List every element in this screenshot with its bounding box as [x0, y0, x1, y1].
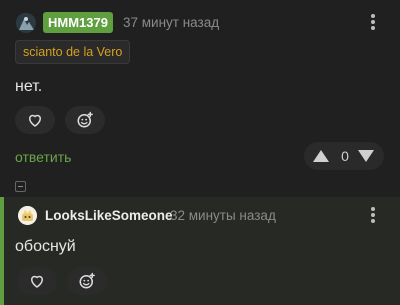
reply-link[interactable]: ответить — [15, 149, 71, 165]
timestamp: 37 минут назад — [123, 15, 220, 30]
kebab-menu-icon[interactable] — [363, 205, 383, 225]
user-avatar-icon[interactable] — [16, 13, 36, 33]
timestamp: 32 минуты назад — [170, 208, 276, 223]
collapse-icon[interactable] — [15, 181, 26, 192]
upvote-icon[interactable] — [313, 150, 329, 162]
comment: HMM1379 37 минут назад scianto de la Ver… — [0, 0, 400, 172]
thread-line[interactable] — [0, 197, 4, 305]
heart-icon — [31, 275, 43, 288]
comment-text: обоснуй — [15, 238, 76, 255]
add-reaction-button[interactable] — [67, 267, 107, 295]
comment-text: нет. — [15, 78, 43, 95]
vote-widget: 0 — [304, 142, 384, 170]
add-reaction-icon — [77, 111, 93, 128]
user-avatar-icon[interactable] — [18, 206, 37, 225]
username[interactable]: LooksLikeSomeone — [45, 208, 173, 223]
like-button[interactable] — [15, 106, 55, 134]
downvote-icon[interactable] — [358, 150, 374, 162]
user-tag: scianto de la Vero — [15, 40, 131, 64]
vote-count: 0 — [341, 148, 349, 164]
kebab-menu-icon[interactable] — [363, 12, 383, 32]
heart-icon — [29, 114, 41, 127]
add-reaction-button[interactable] — [65, 106, 105, 134]
add-reaction-icon — [79, 272, 95, 289]
username-badge[interactable]: HMM1379 — [43, 12, 113, 33]
like-button[interactable] — [17, 267, 57, 295]
